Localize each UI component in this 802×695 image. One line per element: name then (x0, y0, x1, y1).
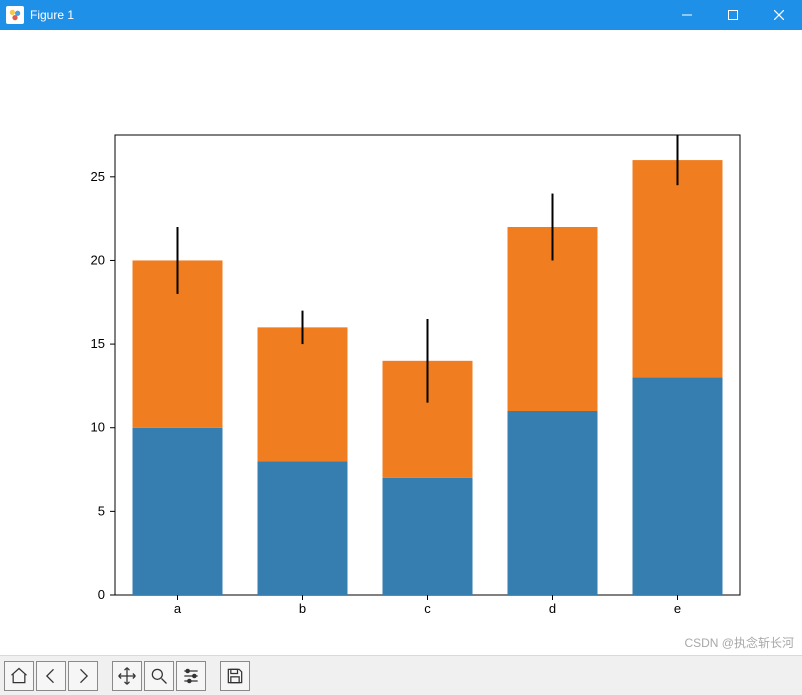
window-title: Figure 1 (30, 8, 74, 22)
bar-top (258, 327, 348, 461)
x-tick-label: c (424, 601, 431, 616)
y-tick-label: 5 (98, 503, 105, 518)
window-maximize-button[interactable] (710, 0, 756, 30)
y-tick-label: 15 (91, 336, 105, 351)
y-tick-label: 20 (91, 252, 105, 267)
x-tick-label: b (299, 601, 306, 616)
move-icon (117, 666, 137, 686)
x-tick-label: d (549, 601, 556, 616)
bar-bottom (258, 461, 348, 595)
window-close-button[interactable] (756, 0, 802, 30)
zoom-icon (149, 666, 169, 686)
home-button[interactable] (4, 661, 34, 691)
save-icon (225, 666, 245, 686)
forward-button[interactable] (68, 661, 98, 691)
app-icon (6, 6, 24, 24)
stacked-bar-chart: 0 5 10 15 20 25 a b c d e (0, 30, 802, 655)
x-tick-label: a (174, 601, 182, 616)
y-tick-label: 25 (91, 169, 105, 184)
bar-bottom (133, 428, 223, 595)
chart-canvas: 0 5 10 15 20 25 a b c d e (0, 30, 802, 655)
bar-top (633, 160, 723, 377)
window-minimize-button[interactable] (664, 0, 710, 30)
configure-subplots-button[interactable] (176, 661, 206, 691)
bar-bottom (633, 378, 723, 595)
window-titlebar: Figure 1 (0, 0, 802, 30)
bar-bottom (383, 478, 473, 595)
save-button[interactable] (220, 661, 250, 691)
pan-button[interactable] (112, 661, 142, 691)
y-tick-label: 0 (98, 587, 105, 602)
y-tick-label: 10 (91, 420, 105, 435)
x-tick-label: e (674, 601, 681, 616)
bar-bottom (508, 411, 598, 595)
back-button[interactable] (36, 661, 66, 691)
sliders-icon (181, 666, 201, 686)
zoom-button[interactable] (144, 661, 174, 691)
arrow-left-icon (41, 666, 61, 686)
home-icon (9, 666, 29, 686)
matplotlib-toolbar (0, 655, 802, 695)
arrow-right-icon (73, 666, 93, 686)
